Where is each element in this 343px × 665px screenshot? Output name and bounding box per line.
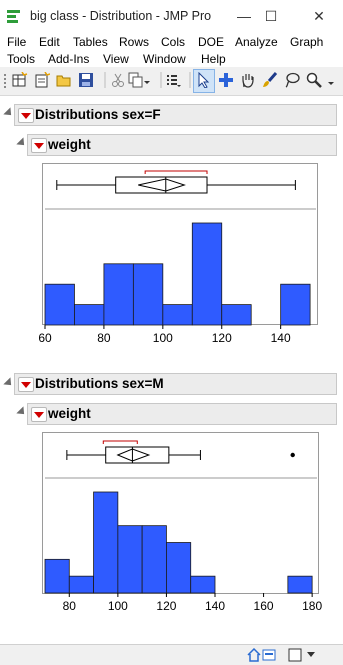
maximize-button[interactable]: ☐ [257,4,285,28]
report-window: Distributions sex=F weight 60 80 100 120 140… [0,96,343,644]
status-bar [0,644,343,665]
menu-add-ins[interactable]: Add-Ins [48,52,89,66]
x-tick-label: 180 [302,599,322,613]
x-tick-label: 120 [156,599,176,613]
distribution-chart-m: 80 100 120 140 160 180 [44,440,322,613]
new-script-icon[interactable] [34,72,50,88]
jmp-app-icon [7,10,20,23]
menu-graph[interactable]: Graph [290,35,323,49]
menu-tools[interactable]: Tools [7,52,35,66]
box-iqr [105,446,170,464]
histogram-bar [117,525,143,594]
close-button[interactable]: ✕ [305,4,333,28]
x-tick-label: 140 [205,599,225,613]
arrow-tool-icon[interactable] [196,72,212,88]
histogram-bar [68,575,94,594]
menu-file[interactable]: File [7,35,26,49]
minimize-button[interactable]: — [230,4,258,28]
histogram-bar [141,525,167,594]
title-bar: big class - Distribution - JMP Pro — ☐ ✕ [0,0,343,33]
lasso-tool-icon[interactable] [284,72,300,88]
toolbar-separator [104,72,106,88]
window-dropdown-icon[interactable] [306,651,316,659]
brush-tool-icon[interactable] [262,72,278,88]
menu-help[interactable]: Help [201,52,226,66]
window-title: big class - Distribution - JMP Pro [30,9,212,23]
histogram-bar [190,575,216,594]
copy-dropdown-icon[interactable] [143,72,151,88]
outlier-point [290,452,295,458]
window-square-icon[interactable] [288,648,302,662]
menu-cols[interactable]: Cols [161,35,185,49]
open-icon[interactable] [56,72,72,88]
histogram-bar [287,575,313,594]
x-tick-label: 160 [254,599,274,613]
cut-icon[interactable] [110,72,126,88]
hand-tool-icon[interactable] [240,72,256,88]
histogram-bar [93,491,119,594]
menu-rows[interactable]: Rows [119,35,149,49]
copy-icon[interactable] [128,72,144,88]
histogram-bar [166,542,192,594]
toolbar-grip-icon [4,74,6,88]
toolbar [0,67,343,96]
window-list-icon[interactable] [262,648,276,662]
magnifier-tool-icon[interactable] [306,72,322,88]
save-icon[interactable] [78,72,94,88]
home-icon[interactable] [247,648,261,662]
new-table-icon[interactable] [12,72,28,88]
toolbar-separator [189,72,191,88]
menu-bar: File Edit Tables Rows Cols DOE Analyze G… [0,33,343,67]
crosshair-tool-icon[interactable] [218,72,234,88]
paste-icon[interactable] [165,72,181,88]
toolbar-overflow-icon[interactable] [326,72,336,88]
menu-tables[interactable]: Tables [73,35,108,49]
menu-analyze[interactable]: Analyze [235,35,278,49]
toolbar-separator [160,72,162,88]
x-tick-label: 100 [108,599,128,613]
menu-view[interactable]: View [103,52,129,66]
x-tick-label: 80 [63,599,77,613]
menu-doe[interactable]: DOE [198,35,224,49]
shortest-half-bracket [102,440,138,444]
menu-window[interactable]: Window [143,52,186,66]
menu-edit[interactable]: Edit [39,35,60,49]
histogram-bar [44,558,70,594]
